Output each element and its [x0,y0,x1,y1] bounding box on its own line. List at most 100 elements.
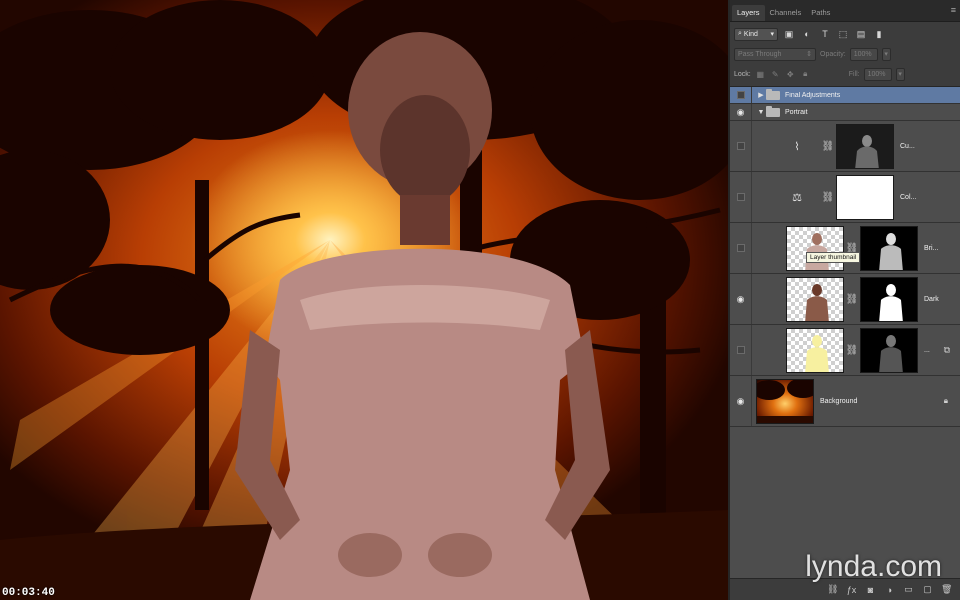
layer-portrait[interactable]: ◉ ▼ Portrait [730,104,960,121]
link-icon[interactable]: ⛓ [844,294,860,305]
timecode-label: 00:03:40 [2,587,55,599]
trash-icon[interactable]: 🗑︎ [941,584,952,595]
visibility-toggle[interactable] [730,121,752,171]
watermark-brand: lynda [805,550,877,583]
layer-mask-thumbnail[interactable] [836,123,894,169]
balance-icon: ⚖ [792,191,802,204]
opacity-field[interactable]: 100% [849,47,878,61]
filter-kind-select[interactable]: ⌕ Kind ▾ [734,27,778,41]
lock-position-icon[interactable]: ✥ [785,69,796,80]
smart-object-filter-icon[interactable]: ▤ [854,27,868,41]
smart-object-icon: ⧉ [943,344,950,355]
tab-layers[interactable]: Layers [732,5,765,21]
blend-row: Pass Through ⇕ Opacity: 100% ▾ [730,44,960,64]
filter-kind-label: Kind [743,30,758,38]
filter-toggle-icon[interactable]: ▮ [872,27,886,41]
layer-dark[interactable]: ◉ ⛓ Dark [730,274,960,325]
visibility-toggle[interactable] [730,87,752,103]
tab-channels[interactable]: Channels [765,5,807,21]
layer-thumbnail-tooltip: Layer thumbnail [806,252,861,263]
visibility-toggle[interactable] [730,223,752,273]
layer-thumbnail[interactable] [786,276,844,322]
layer-name: Background [820,397,858,405]
thumbnail-figure [805,283,829,321]
lock-all-icon[interactable]: 🔒︎ [800,69,811,80]
layer-list: ▶ Final Adjustments ◉ ▼ Portrait ⌇ ⛓ Cu.… [730,86,960,578]
layer-mask-thumbnail[interactable] [860,327,918,373]
chevron-down-icon: ▾ [884,51,888,58]
type-filter-icon[interactable]: T [818,27,832,41]
link-layers-icon[interactable]: ⛓ [827,584,838,595]
fill-dropdown-button[interactable]: ▾ [895,67,905,81]
adjustment-filter-icon[interactable]: ◐ [800,27,814,41]
document-canvas[interactable]: 00:03:40 [0,0,728,600]
opacity-dropdown-button[interactable]: ▾ [881,47,891,61]
collapse-arrow-icon[interactable]: ▼ [756,109,766,116]
visibility-toggle[interactable] [730,325,752,375]
visibility-toggle[interactable]: ◉ [730,376,752,426]
layer-name: Bri... [924,244,939,252]
photo-artwork [0,0,728,600]
new-group-icon[interactable]: ▭ [903,584,914,595]
thumbnail-figure [805,334,829,372]
panel-menu-icon[interactable]: ≡ [951,6,956,15]
search-icon: ⌕ [738,30,742,37]
fill-field[interactable]: 100% [863,67,892,81]
expand-arrow-icon[interactable]: ▶ [756,91,766,99]
shape-filter-icon[interactable]: ⬚ [836,27,850,41]
lynda-watermark: lynda.com [805,550,942,584]
link-icon[interactable]: ⛓ [844,345,860,356]
layer-mask-thumbnail[interactable] [860,276,918,322]
visibility-toggle[interactable]: ◉ [730,274,752,324]
layer-color-balance[interactable]: ⚖ ⛓ Col... [730,172,960,223]
visibility-toggle[interactable]: ◉ [730,104,752,120]
lock-row: Lock: ▦ ✎ ✥ 🔒︎ Fill: 100% ▾ [730,64,960,84]
folder-icon [766,105,780,117]
chevron-down-icon: ▾ [898,71,902,78]
layer-mask-thumbnail[interactable] [860,225,918,271]
layer-final-adjustments[interactable]: ▶ Final Adjustments [730,87,960,104]
new-layer-icon[interactable]: ▢ [922,584,933,595]
tab-paths[interactable]: Paths [806,5,835,21]
eye-icon: ◉ [736,106,745,117]
layer-thumbnail[interactable] [756,378,814,424]
layer-style-icon[interactable]: ƒx [846,585,857,595]
layer-curves[interactable]: ⌇ ⛓ Cu... [730,121,960,172]
layer-name: Col... [900,193,917,201]
thumbnail-trees [757,379,813,423]
fill-value: 100% [867,70,886,78]
visibility-toggle[interactable] [730,172,752,222]
add-mask-icon[interactable]: ◙ [865,585,876,595]
layer-name: ... [924,346,930,354]
eye-icon: ◉ [736,395,745,406]
panel-tabbar: Layers Channels Paths ≡ [730,0,960,22]
layer-background[interactable]: ◉ Background 🔒︎ [730,376,960,427]
layer-mask-thumbnail[interactable] [836,174,894,220]
opacity-value: 100% [853,50,872,58]
layer-bright[interactable]: ⛓ Bri... Layer thumbnail [730,223,960,274]
link-icon[interactable]: ⛓ [820,192,836,203]
layer-name: Final Adjustments [785,91,841,99]
filter-row: ⌕ Kind ▾ ▣ ◐ T ⬚ ▤ ▮ [730,24,960,44]
lock-image-icon[interactable]: ✎ [770,69,781,80]
lock-transparency-icon[interactable]: ▦ [755,69,766,80]
layer-smart[interactable]: ⛓ ... ⧉ [730,325,960,376]
mask-figure-shape [879,283,903,321]
layer-name: Cu... [900,142,915,150]
folder-icon [766,88,780,100]
pixel-filter-icon[interactable]: ▣ [782,27,796,41]
layer-name: Portrait [785,108,808,116]
blend-mode-select[interactable]: Pass Through ⇕ [734,47,816,61]
fill-label: Fill: [848,70,860,78]
lock-icon: 🔒︎ [943,396,948,405]
watermark-suffix: .com [876,550,942,583]
layer-thumbnail[interactable] [786,327,844,373]
layer-name: Dark [924,295,939,303]
link-icon[interactable]: ⛓ [820,141,836,152]
new-adjustment-icon[interactable]: ◑ [884,585,895,595]
lock-label: Lock: [734,70,751,78]
mask-figure-shape [879,334,903,372]
layer-thumbnail[interactable] [786,225,844,271]
blend-mode-value: Pass Through [738,50,782,58]
mask-figure-shape [855,134,879,168]
